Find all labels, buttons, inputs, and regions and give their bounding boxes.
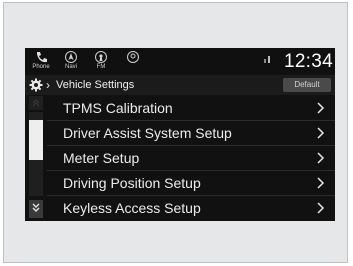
menu-item-meter-setup[interactable]: Meter Setup — [47, 146, 335, 171]
menu-item-label: Driver Assist System Setup — [63, 125, 232, 141]
clock: 12:34 — [283, 51, 333, 72]
chevron-right-icon — [317, 152, 325, 164]
chevron-right-icon — [317, 102, 325, 114]
status-item-audio-source[interactable] — [119, 48, 147, 74]
status-item-phone[interactable]: Phone — [27, 48, 55, 74]
chevron-right-icon — [317, 177, 325, 189]
status-item-navi[interactable]: Navi — [57, 48, 85, 74]
status-item-label: Navi — [64, 64, 77, 70]
status-item-fm[interactable]: FM — [87, 48, 115, 74]
menu-item-label: Driving Position Setup — [63, 175, 201, 191]
audio-source-icon — [127, 51, 139, 63]
menu-item-driver-assist-system-setup[interactable]: Driver Assist System Setup — [47, 121, 335, 146]
default-button[interactable]: Default — [283, 78, 331, 92]
menu-item-label: TPMS Calibration — [63, 100, 173, 116]
menu-item-tpms-calibration[interactable]: TPMS Calibration — [47, 96, 335, 121]
page-title: Vehicle Settings — [56, 79, 135, 91]
infotainment-screen: Phone Navi FM 12:34 › Vehicle Settings D… — [25, 48, 335, 221]
scroll-down-button[interactable] — [29, 200, 43, 218]
gear-icon[interactable] — [29, 78, 43, 92]
radio-icon — [95, 51, 107, 63]
signal-strength-icon — [264, 56, 270, 63]
chevron-right-icon — [317, 127, 325, 139]
navigation-icon — [65, 51, 77, 63]
status-item-label: Phone — [32, 64, 50, 70]
phone-icon — [37, 52, 47, 63]
scroll-rail — [29, 96, 43, 220]
scrollbar-track[interactable] — [29, 112, 43, 196]
chevron-up-icon — [32, 99, 40, 107]
menu-item-keyless-access-setup[interactable]: Keyless Access Setup — [47, 196, 335, 221]
status-item-label: FM — [96, 64, 106, 70]
scroll-up-button[interactable] — [29, 96, 43, 110]
settings-header: › Vehicle Settings Default — [25, 75, 335, 95]
double-chevron-down-icon — [32, 203, 40, 212]
settings-menu-list: TPMS Calibration Driver Assist System Se… — [47, 96, 335, 221]
menu-item-label: Keyless Access Setup — [63, 200, 201, 216]
menu-item-label: Meter Setup — [63, 150, 140, 166]
scrollbar-thumb[interactable] — [29, 120, 43, 160]
status-bar: Phone Navi FM 12:34 — [25, 48, 335, 74]
chevron-right-icon — [317, 202, 325, 214]
breadcrumb-chevron-icon: › — [46, 78, 50, 92]
menu-item-driving-position-setup[interactable]: Driving Position Setup — [47, 171, 335, 196]
